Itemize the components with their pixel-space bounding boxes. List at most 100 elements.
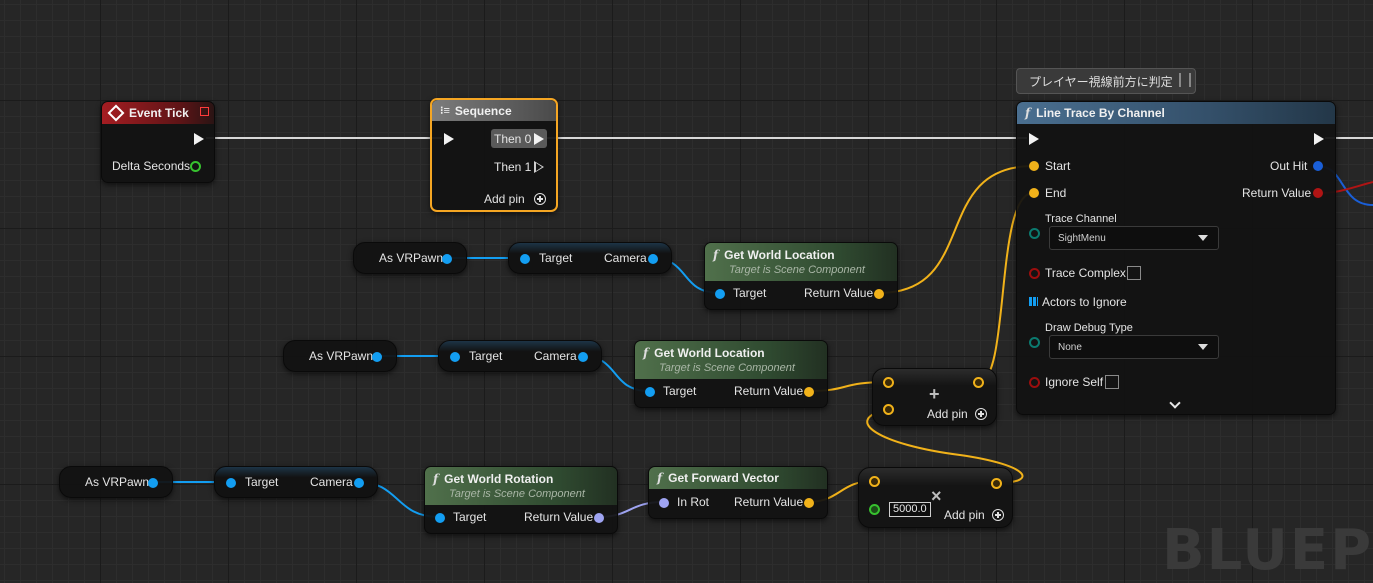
add-input-b-pin[interactable]	[883, 404, 894, 415]
target-pin[interactable]	[450, 352, 460, 362]
return-value-label: Return Value	[524, 510, 594, 524]
function-icon: f	[643, 346, 649, 360]
camera-label: Camera	[534, 349, 577, 363]
trace-complex-pin[interactable]	[1029, 268, 1040, 279]
event-icon	[107, 104, 125, 122]
then-1-pin[interactable]	[534, 161, 544, 173]
sequence-node[interactable]: ⁝≡ Sequence Then 0 Then 1 Add pin	[430, 98, 558, 212]
camera-pin[interactable]	[648, 254, 658, 264]
self-ref-label: As VRPawn	[85, 475, 150, 489]
gfv-title: Get Forward Vector	[668, 471, 779, 485]
exec-in-pin[interactable]	[444, 133, 454, 145]
return-value-pin[interactable]	[804, 498, 814, 508]
target-pin[interactable]	[435, 513, 445, 523]
event-tick-node[interactable]: Event Tick Delta Seconds	[101, 101, 215, 183]
self-ref-pin[interactable]	[148, 478, 158, 488]
get-forward-vector-node[interactable]: f Get Forward Vector In Rot Return Value	[648, 466, 828, 519]
target-label: Target	[733, 286, 767, 300]
ignore-self-pin[interactable]	[1029, 377, 1040, 388]
add-input-a-pin[interactable]	[883, 377, 894, 388]
camera-pin[interactable]	[578, 352, 588, 362]
gwl-title: Get World Location	[724, 248, 835, 262]
return-value-pin[interactable]	[1313, 188, 1323, 198]
self-ref-label: As VRPawn	[379, 251, 444, 265]
get-world-rotation-node[interactable]: f Get World Rotation Target is Scene Comp…	[424, 466, 618, 534]
camera-pin[interactable]	[354, 478, 364, 488]
target-pin[interactable]	[645, 387, 655, 397]
in-rot-pin[interactable]	[659, 498, 669, 508]
actors-to-ignore-pin[interactable]	[1029, 297, 1038, 306]
add-pin-label[interactable]: Add pin	[927, 407, 968, 421]
camera-label: Camera	[604, 251, 647, 265]
trace-complex-checkbox[interactable]	[1127, 266, 1141, 280]
self-ref-node[interactable]: As VRPawn	[283, 340, 397, 372]
self-ref-node[interactable]: As VRPawn	[353, 242, 467, 274]
add-symbol: +	[929, 384, 940, 404]
mul-input-b-pin[interactable]	[869, 504, 880, 515]
target-label: Target	[539, 251, 573, 265]
get-camera-node[interactable]: Target Camera	[438, 340, 602, 372]
self-ref-pin[interactable]	[442, 254, 452, 264]
trace-channel-dropdown[interactable]: SightMenu	[1049, 226, 1219, 250]
trace-channel-pin[interactable]	[1029, 228, 1040, 239]
target-pin[interactable]	[715, 289, 725, 299]
target-pin[interactable]	[520, 254, 530, 264]
vector-wire-start	[878, 165, 1034, 294]
add-pin-icon[interactable]	[534, 193, 546, 205]
multiplier-value-input[interactable]: 5000.0	[889, 502, 931, 517]
gwl-header: f Get World Location Target is Scene Comp…	[705, 243, 897, 281]
sequence-header: ⁝≡ Sequence	[432, 100, 556, 121]
add-output-pin[interactable]	[973, 377, 984, 388]
end-label: End	[1045, 186, 1067, 200]
gwr-header: f Get World Rotation Target is Scene Comp…	[425, 467, 617, 505]
delta-seconds-pin[interactable]	[190, 161, 201, 172]
return-value-pin[interactable]	[804, 387, 814, 397]
return-value-pin[interactable]	[874, 289, 884, 299]
exec-out-pin[interactable]	[1314, 133, 1324, 145]
target-label: Target	[663, 384, 697, 398]
mul-output-pin[interactable]	[991, 478, 1002, 489]
exec-out-pin[interactable]	[194, 133, 204, 145]
mul-input-a-pin[interactable]	[869, 476, 880, 487]
get-world-location-node[interactable]: f Get World Location Target is Scene Comp…	[704, 242, 898, 310]
comment-bubble[interactable]: プレイヤー視線前方に判定	[1016, 68, 1196, 94]
add-pin-icon[interactable]	[992, 509, 1004, 521]
target-label: Target	[469, 349, 503, 363]
sequence-icon: ⁝≡	[440, 105, 450, 117]
get-world-location-node[interactable]: f Get World Location Target is Scene Comp…	[634, 340, 828, 408]
get-camera-node[interactable]: Target Camera	[508, 242, 672, 274]
target-pin[interactable]	[226, 478, 236, 488]
start-pin[interactable]	[1029, 161, 1039, 171]
add-node[interactable]: + Add pin	[872, 368, 997, 426]
draw-debug-type-pin[interactable]	[1029, 337, 1040, 348]
then-0-pin[interactable]	[534, 133, 544, 145]
draw-debug-type-label: Draw Debug Type	[1045, 322, 1133, 334]
draw-debug-type-dropdown[interactable]: None	[1049, 335, 1219, 359]
line-trace-node[interactable]: f Line Trace By Channel Start Out Hit En…	[1016, 101, 1336, 415]
delegate-pin-icon[interactable]	[200, 107, 209, 116]
gwl-title: Get World Location	[654, 346, 765, 360]
self-ref-pin[interactable]	[372, 352, 382, 362]
multiply-node[interactable]: 5000.0 × Add pin	[858, 467, 1013, 528]
sequence-add-pin-label[interactable]: Add pin	[484, 192, 525, 206]
exec-in-pin[interactable]	[1029, 133, 1039, 145]
event-tick-header: Event Tick	[102, 102, 214, 124]
return-value-pin[interactable]	[594, 513, 604, 523]
expand-chevron-icon[interactable]	[1169, 397, 1181, 409]
out-hit-pin[interactable]	[1313, 161, 1323, 171]
gwl-header: f Get World Location Target is Scene Comp…	[635, 341, 827, 379]
get-camera-node[interactable]: Target Camera	[214, 466, 378, 498]
then-0-label: Then 0	[494, 132, 532, 146]
add-pin-icon[interactable]	[975, 408, 987, 420]
self-ref-node[interactable]: As VRPawn	[59, 466, 173, 498]
actors-to-ignore-label: Actors to Ignore	[1042, 295, 1127, 309]
function-icon: f	[713, 248, 719, 262]
gfv-header: f Get Forward Vector	[649, 467, 827, 489]
add-pin-label[interactable]: Add pin	[944, 508, 985, 522]
delta-seconds-label: Delta Seconds	[112, 159, 191, 173]
end-pin[interactable]	[1029, 188, 1039, 198]
out-hit-label: Out Hit	[1270, 159, 1308, 173]
comment-pin-icon[interactable]	[1179, 73, 1191, 87]
return-value-label: Return Value	[1242, 186, 1312, 200]
ignore-self-checkbox[interactable]	[1105, 375, 1119, 389]
